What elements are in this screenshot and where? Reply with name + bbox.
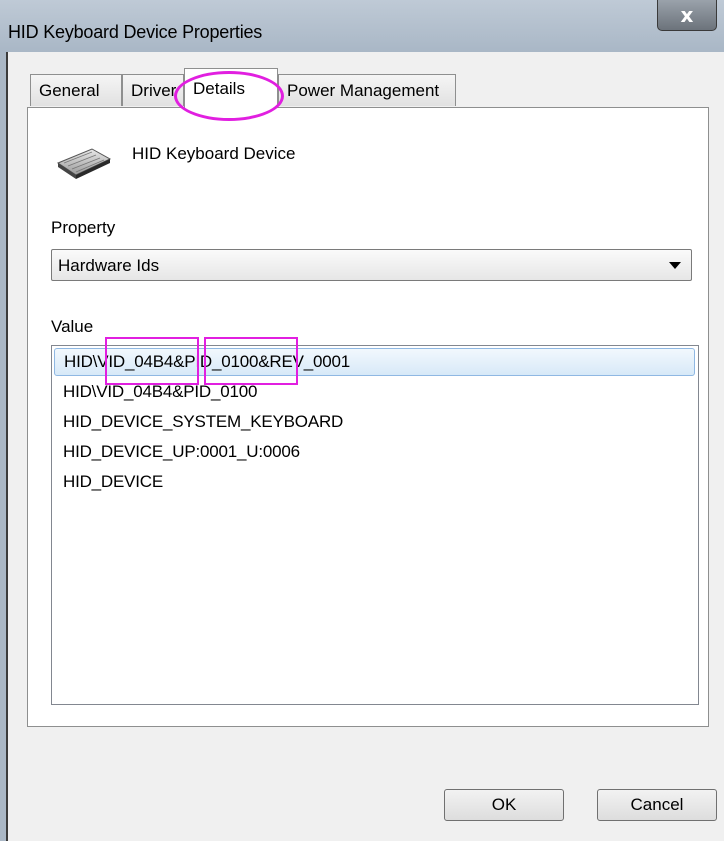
value-listbox[interactable]: HID\VID_04B4&PID_0100&REV_0001 HID\VID_0…: [51, 345, 699, 705]
device-name: HID Keyboard Device: [132, 144, 296, 163]
details-tab-highlight: [174, 71, 284, 121]
tab-general[interactable]: General: [30, 74, 122, 106]
list-item[interactable]: HID_DEVICE_UP:0001_U:0006: [54, 438, 300, 466]
keyboard-icon: [56, 148, 112, 179]
title-bar[interactable]: HID Keyboard Device Properties x: [0, 0, 724, 52]
details-tab-page: HID Keyboard Device Property Hardware Id…: [27, 107, 709, 727]
property-selected-value: Hardware Ids: [58, 256, 160, 275]
list-item[interactable]: HID_DEVICE_SYSTEM_KEYBOARD: [54, 408, 343, 436]
tab-label: General: [39, 80, 100, 100]
properties-window: HID Keyboard Device Properties x General…: [0, 0, 724, 841]
value-label: Value: [51, 317, 94, 336]
close-icon: x: [680, 3, 694, 27]
tab-label: Power Management: [287, 80, 440, 100]
tab-label: Driver: [131, 80, 177, 100]
property-dropdown[interactable]: Hardware Ids: [51, 249, 692, 281]
dialog-body: General Driver Details Power Management: [8, 52, 724, 841]
list-item[interactable]: HID_DEVICE: [54, 468, 163, 496]
close-button[interactable]: x: [657, 0, 717, 31]
property-label: Property: [51, 218, 116, 237]
window-title: HID Keyboard Device Properties: [8, 22, 263, 42]
chevron-down-icon: [669, 262, 681, 269]
cancel-button[interactable]: Cancel: [597, 789, 717, 821]
window-frame-left: [0, 52, 8, 841]
pid-highlight-box: [204, 337, 298, 385]
tab-power-management[interactable]: Power Management: [278, 74, 456, 106]
ok-button[interactable]: OK: [444, 789, 564, 821]
vid-highlight-box: [105, 337, 199, 385]
